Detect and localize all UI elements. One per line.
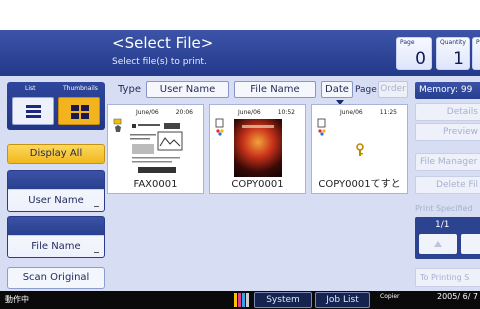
fax-document-thumbnail bbox=[130, 123, 183, 173]
page-title: <Select File> bbox=[112, 34, 214, 52]
file-name-button[interactable]: File Name bbox=[7, 216, 105, 258]
system-status-icon bbox=[234, 293, 254, 307]
sort-user-name-button[interactable]: User Name bbox=[146, 81, 229, 98]
page-column-label: Page bbox=[355, 85, 377, 95]
list-view-button[interactable] bbox=[12, 97, 54, 125]
page-counter-value: 0 bbox=[415, 49, 426, 69]
grid-icon bbox=[71, 105, 89, 119]
page-counter: Page 0 bbox=[396, 37, 432, 70]
view-switcher: List Thumbnails bbox=[7, 82, 105, 130]
file-time: 20:06 bbox=[175, 109, 193, 116]
thumbnail-view-button[interactable] bbox=[58, 97, 100, 125]
next-page-button[interactable] bbox=[461, 234, 480, 254]
page-counter-label: Page bbox=[400, 39, 415, 46]
preview-button[interactable]: Preview bbox=[415, 123, 480, 141]
file-date: June/06 bbox=[238, 109, 261, 116]
file-name-label: File Name bbox=[31, 241, 81, 252]
job-list-button[interactable]: Job List bbox=[315, 292, 370, 308]
copier-mode-label: Copier bbox=[380, 293, 400, 300]
order-button[interactable]: Order bbox=[378, 81, 408, 98]
user-name-label: User Name bbox=[28, 195, 84, 206]
quantity-value: 1 bbox=[453, 49, 464, 69]
delete-file-button[interactable]: Delete Fil bbox=[415, 176, 480, 194]
file-name: COPY0001てすと bbox=[318, 179, 401, 190]
dash-icon bbox=[94, 206, 99, 207]
file-name: FAX0001 bbox=[133, 179, 178, 190]
scan-original-button[interactable]: Scan Original bbox=[7, 267, 105, 289]
right-column: Memory: 99 Details Preview File Manager … bbox=[412, 76, 480, 291]
lock-key-icon bbox=[355, 143, 365, 160]
thumbnail-view-label: Thumbnails bbox=[63, 85, 98, 92]
memory-indicator: Memory: 99 bbox=[415, 82, 480, 99]
quantity-label: Quantity bbox=[440, 39, 466, 46]
list-icon bbox=[26, 105, 41, 120]
list-view-label: List bbox=[25, 85, 36, 92]
file-date: June/06 bbox=[136, 109, 159, 116]
to-printing-screen-button[interactable]: To Printing S bbox=[415, 268, 480, 287]
dash-icon bbox=[94, 252, 99, 253]
cut-off-counter: P bbox=[472, 37, 480, 70]
page-subtitle: Select file(s) to print. bbox=[112, 57, 207, 67]
file-date: June/06 bbox=[340, 109, 363, 116]
display-all-button[interactable]: Display All bbox=[7, 144, 105, 164]
status-bar: 動作中 System Status Job List Copier 2005/ … bbox=[0, 291, 480, 309]
date-display: 2005/ 6/ 7 bbox=[437, 292, 479, 301]
cut-off-label: P bbox=[476, 39, 480, 46]
file-time: 10:52 bbox=[277, 109, 295, 116]
user-name-button[interactable]: User Name bbox=[7, 170, 105, 212]
print-specified-label: Print Specified bbox=[415, 204, 473, 213]
system-status-button[interactable]: System Status bbox=[254, 292, 312, 308]
quantity-counter: Quantity 1 bbox=[436, 37, 470, 70]
sort-date-button[interactable]: Date bbox=[321, 81, 353, 98]
file-card-copy0001-test[interactable]: June/06 11:25 COPY0001てすと bbox=[311, 104, 408, 194]
page-indicator: 1/1 bbox=[435, 220, 450, 230]
file-management-button[interactable]: File Manager bbox=[415, 153, 480, 171]
fax-type-icon bbox=[113, 118, 123, 137]
copy-type-icon bbox=[215, 118, 225, 139]
arrow-up-icon bbox=[434, 241, 442, 247]
file-card-copy0001[interactable]: June/06 10:52 COPY0001 bbox=[209, 104, 306, 194]
main-panel: List Thumbnails Display All User Name Fi… bbox=[0, 76, 480, 291]
file-name: COPY0001 bbox=[231, 179, 284, 190]
file-card-fax0001[interactable]: June/06 20:06 FAX0001 bbox=[107, 104, 204, 194]
title-bar: <Select File> Select file(s) to print. P… bbox=[0, 30, 480, 76]
file-time: 11:25 bbox=[379, 109, 397, 116]
type-column-label: Type bbox=[118, 84, 141, 95]
file-thumbnail-grid: June/06 20:06 FAX0001 June/06 10:52 COPY… bbox=[107, 104, 410, 216]
operation-status: 動作中 bbox=[5, 295, 29, 304]
page-navigator: 1/1 bbox=[415, 217, 480, 259]
previous-page-button[interactable] bbox=[419, 234, 457, 254]
copy-type-icon bbox=[317, 118, 327, 139]
color-photo-thumbnail bbox=[234, 119, 282, 177]
details-button[interactable]: Details bbox=[415, 103, 480, 121]
sort-file-name-button[interactable]: File Name bbox=[234, 81, 316, 98]
